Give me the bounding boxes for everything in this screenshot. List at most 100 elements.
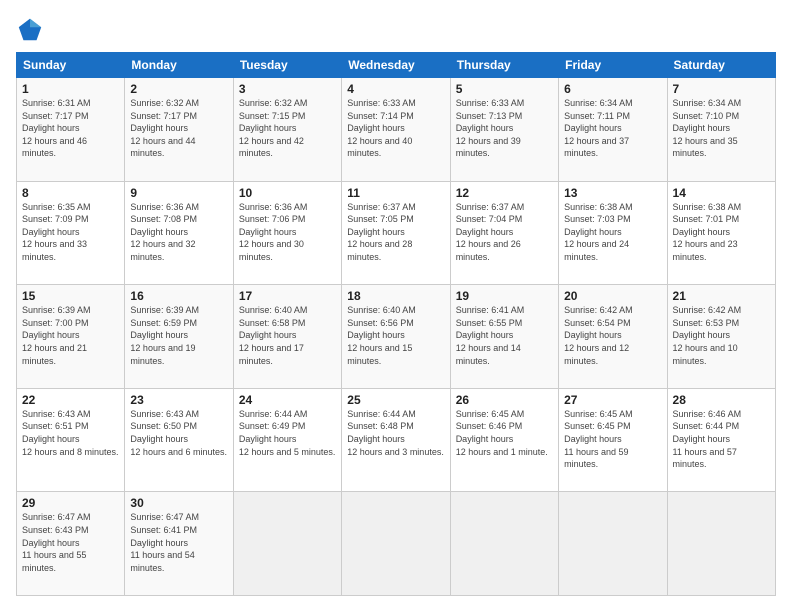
day-info: Sunrise: 6:46 AMSunset: 6:44 PMDaylight … — [673, 408, 770, 471]
day-number: 27 — [564, 393, 661, 407]
weekday-header-cell: Monday — [125, 53, 233, 78]
day-number: 7 — [673, 82, 770, 96]
day-number: 4 — [347, 82, 444, 96]
calendar-day-cell: 29 Sunrise: 6:47 AMSunset: 6:43 PMDaylig… — [17, 492, 125, 596]
day-info: Sunrise: 6:44 AMSunset: 6:48 PMDaylight … — [347, 408, 444, 458]
calendar-day-cell: 7 Sunrise: 6:34 AMSunset: 7:10 PMDayligh… — [667, 78, 775, 182]
weekday-header-row: SundayMondayTuesdayWednesdayThursdayFrid… — [17, 53, 776, 78]
day-info: Sunrise: 6:47 AMSunset: 6:41 PMDaylight … — [130, 511, 227, 574]
day-number: 13 — [564, 186, 661, 200]
calendar-day-cell: 13 Sunrise: 6:38 AMSunset: 7:03 PMDaylig… — [559, 181, 667, 285]
calendar-day-cell: 23 Sunrise: 6:43 AMSunset: 6:50 PMDaylig… — [125, 388, 233, 492]
day-info: Sunrise: 6:47 AMSunset: 6:43 PMDaylight … — [22, 511, 119, 574]
day-number: 1 — [22, 82, 119, 96]
calendar-day-cell: 10 Sunrise: 6:36 AMSunset: 7:06 PMDaylig… — [233, 181, 341, 285]
day-info: Sunrise: 6:35 AMSunset: 7:09 PMDaylight … — [22, 201, 119, 264]
calendar-day-cell: 18 Sunrise: 6:40 AMSunset: 6:56 PMDaylig… — [342, 285, 450, 389]
calendar-week-row: 15 Sunrise: 6:39 AMSunset: 7:00 PMDaylig… — [17, 285, 776, 389]
calendar-day-cell: 3 Sunrise: 6:32 AMSunset: 7:15 PMDayligh… — [233, 78, 341, 182]
day-number: 12 — [456, 186, 553, 200]
day-number: 14 — [673, 186, 770, 200]
day-number: 26 — [456, 393, 553, 407]
weekday-header-cell: Wednesday — [342, 53, 450, 78]
calendar-day-cell — [667, 492, 775, 596]
day-info: Sunrise: 6:36 AMSunset: 7:06 PMDaylight … — [239, 201, 336, 264]
logo-icon — [16, 16, 44, 44]
calendar-day-cell: 15 Sunrise: 6:39 AMSunset: 7:00 PMDaylig… — [17, 285, 125, 389]
day-info: Sunrise: 6:38 AMSunset: 7:01 PMDaylight … — [673, 201, 770, 264]
day-info: Sunrise: 6:43 AMSunset: 6:50 PMDaylight … — [130, 408, 227, 458]
calendar-day-cell: 28 Sunrise: 6:46 AMSunset: 6:44 PMDaylig… — [667, 388, 775, 492]
day-number: 29 — [22, 496, 119, 510]
calendar-body: 1 Sunrise: 6:31 AMSunset: 7:17 PMDayligh… — [17, 78, 776, 596]
day-number: 25 — [347, 393, 444, 407]
calendar-day-cell: 25 Sunrise: 6:44 AMSunset: 6:48 PMDaylig… — [342, 388, 450, 492]
day-info: Sunrise: 6:31 AMSunset: 7:17 PMDaylight … — [22, 97, 119, 160]
day-info: Sunrise: 6:32 AMSunset: 7:15 PMDaylight … — [239, 97, 336, 160]
day-number: 2 — [130, 82, 227, 96]
calendar-day-cell: 11 Sunrise: 6:37 AMSunset: 7:05 PMDaylig… — [342, 181, 450, 285]
day-info: Sunrise: 6:40 AMSunset: 6:56 PMDaylight … — [347, 304, 444, 367]
calendar-day-cell: 27 Sunrise: 6:45 AMSunset: 6:45 PMDaylig… — [559, 388, 667, 492]
calendar-week-row: 1 Sunrise: 6:31 AMSunset: 7:17 PMDayligh… — [17, 78, 776, 182]
calendar-day-cell: 20 Sunrise: 6:42 AMSunset: 6:54 PMDaylig… — [559, 285, 667, 389]
day-info: Sunrise: 6:43 AMSunset: 6:51 PMDaylight … — [22, 408, 119, 458]
calendar-day-cell: 30 Sunrise: 6:47 AMSunset: 6:41 PMDaylig… — [125, 492, 233, 596]
weekday-header-cell: Friday — [559, 53, 667, 78]
day-info: Sunrise: 6:36 AMSunset: 7:08 PMDaylight … — [130, 201, 227, 264]
day-number: 24 — [239, 393, 336, 407]
calendar-week-row: 29 Sunrise: 6:47 AMSunset: 6:43 PMDaylig… — [17, 492, 776, 596]
day-number: 17 — [239, 289, 336, 303]
day-number: 22 — [22, 393, 119, 407]
day-number: 8 — [22, 186, 119, 200]
page: SundayMondayTuesdayWednesdayThursdayFrid… — [0, 0, 792, 612]
day-number: 21 — [673, 289, 770, 303]
day-number: 20 — [564, 289, 661, 303]
day-info: Sunrise: 6:45 AMSunset: 6:46 PMDaylight … — [456, 408, 553, 458]
day-info: Sunrise: 6:32 AMSunset: 7:17 PMDaylight … — [130, 97, 227, 160]
day-info: Sunrise: 6:37 AMSunset: 7:05 PMDaylight … — [347, 201, 444, 264]
calendar-day-cell: 5 Sunrise: 6:33 AMSunset: 7:13 PMDayligh… — [450, 78, 558, 182]
day-info: Sunrise: 6:34 AMSunset: 7:10 PMDaylight … — [673, 97, 770, 160]
day-info: Sunrise: 6:34 AMSunset: 7:11 PMDaylight … — [564, 97, 661, 160]
day-number: 10 — [239, 186, 336, 200]
day-number: 15 — [22, 289, 119, 303]
calendar-day-cell — [342, 492, 450, 596]
day-number: 9 — [130, 186, 227, 200]
day-info: Sunrise: 6:33 AMSunset: 7:14 PMDaylight … — [347, 97, 444, 160]
day-number: 16 — [130, 289, 227, 303]
day-info: Sunrise: 6:37 AMSunset: 7:04 PMDaylight … — [456, 201, 553, 264]
day-number: 11 — [347, 186, 444, 200]
header — [16, 16, 776, 44]
day-info: Sunrise: 6:39 AMSunset: 6:59 PMDaylight … — [130, 304, 227, 367]
day-number: 5 — [456, 82, 553, 96]
calendar-day-cell: 17 Sunrise: 6:40 AMSunset: 6:58 PMDaylig… — [233, 285, 341, 389]
calendar-day-cell — [559, 492, 667, 596]
logo — [16, 16, 48, 44]
day-info: Sunrise: 6:42 AMSunset: 6:53 PMDaylight … — [673, 304, 770, 367]
calendar-day-cell: 21 Sunrise: 6:42 AMSunset: 6:53 PMDaylig… — [667, 285, 775, 389]
calendar-day-cell: 8 Sunrise: 6:35 AMSunset: 7:09 PMDayligh… — [17, 181, 125, 285]
day-info: Sunrise: 6:39 AMSunset: 7:00 PMDaylight … — [22, 304, 119, 367]
calendar-day-cell: 19 Sunrise: 6:41 AMSunset: 6:55 PMDaylig… — [450, 285, 558, 389]
day-info: Sunrise: 6:41 AMSunset: 6:55 PMDaylight … — [456, 304, 553, 367]
day-info: Sunrise: 6:44 AMSunset: 6:49 PMDaylight … — [239, 408, 336, 458]
weekday-header-cell: Tuesday — [233, 53, 341, 78]
calendar-day-cell: 6 Sunrise: 6:34 AMSunset: 7:11 PMDayligh… — [559, 78, 667, 182]
weekday-header-cell: Sunday — [17, 53, 125, 78]
weekday-header-cell: Thursday — [450, 53, 558, 78]
calendar-day-cell: 2 Sunrise: 6:32 AMSunset: 7:17 PMDayligh… — [125, 78, 233, 182]
calendar-week-row: 8 Sunrise: 6:35 AMSunset: 7:09 PMDayligh… — [17, 181, 776, 285]
day-number: 19 — [456, 289, 553, 303]
day-info: Sunrise: 6:45 AMSunset: 6:45 PMDaylight … — [564, 408, 661, 471]
day-number: 3 — [239, 82, 336, 96]
calendar-week-row: 22 Sunrise: 6:43 AMSunset: 6:51 PMDaylig… — [17, 388, 776, 492]
weekday-header-cell: Saturday — [667, 53, 775, 78]
day-info: Sunrise: 6:40 AMSunset: 6:58 PMDaylight … — [239, 304, 336, 367]
calendar-day-cell: 1 Sunrise: 6:31 AMSunset: 7:17 PMDayligh… — [17, 78, 125, 182]
calendar-day-cell: 9 Sunrise: 6:36 AMSunset: 7:08 PMDayligh… — [125, 181, 233, 285]
day-info: Sunrise: 6:42 AMSunset: 6:54 PMDaylight … — [564, 304, 661, 367]
day-number: 28 — [673, 393, 770, 407]
calendar-day-cell: 26 Sunrise: 6:45 AMSunset: 6:46 PMDaylig… — [450, 388, 558, 492]
day-info: Sunrise: 6:38 AMSunset: 7:03 PMDaylight … — [564, 201, 661, 264]
